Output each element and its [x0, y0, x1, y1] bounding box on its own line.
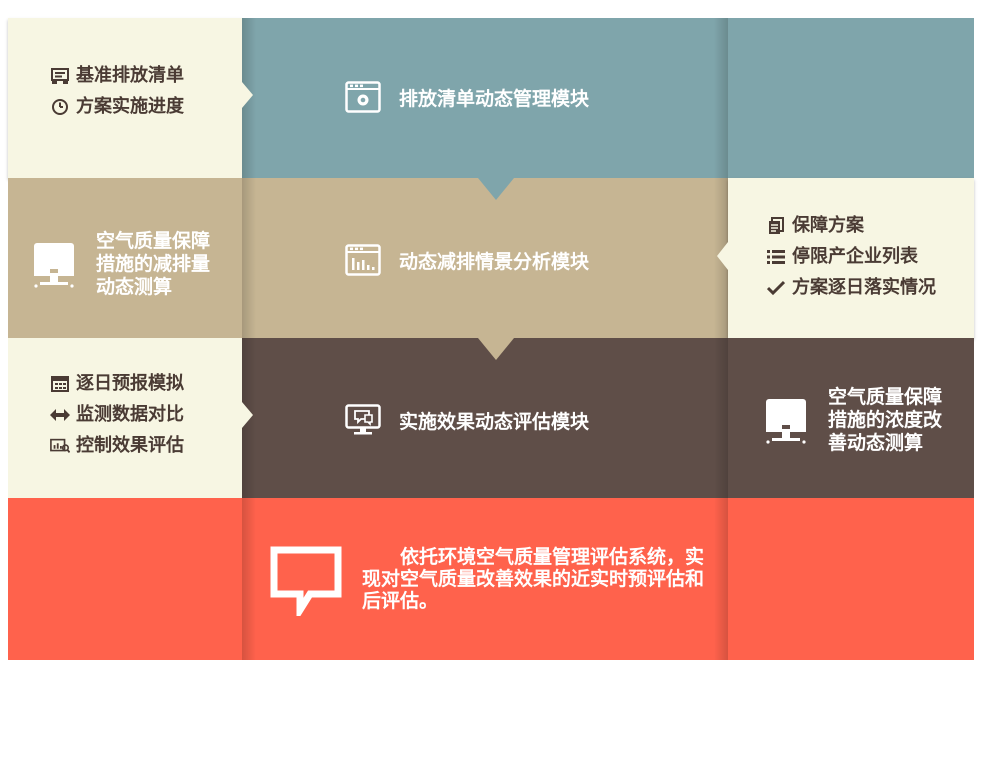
- summary-text-line: 现对空气质量改善效果的近实时预评估和: [362, 568, 705, 590]
- arrow-down-row2: [478, 338, 514, 360]
- list-doc-icon: [50, 66, 70, 86]
- list-item-label: 方案实施进度: [76, 96, 184, 117]
- checkmark-icon: [766, 278, 786, 298]
- arrow-right-row3: [242, 402, 253, 428]
- row3-left-list: 逐日预报模拟 监测数据对比 控制效果评估: [50, 368, 184, 461]
- list-item-label: 保障方案: [792, 215, 864, 236]
- clock-icon: [50, 97, 70, 117]
- module-effect-evaluation: 实施效果动态评估模块: [345, 404, 589, 436]
- arrow-left-row2-right: [717, 242, 728, 270]
- list-item: 监测数据对比: [50, 399, 184, 430]
- calendar-icon: [50, 374, 70, 394]
- list-item: 基准排放清单: [50, 60, 184, 91]
- list-item-label: 方案逐日落实情况: [792, 277, 936, 298]
- row3-right-block: 空气质量保障 措施的浓度改 善动态测算: [762, 386, 942, 455]
- arrow-left-row2: [231, 252, 242, 282]
- list-item: 控制效果评估: [50, 430, 184, 461]
- row2-right-list: 保障方案 停限产企业列表 方案逐日落实情况: [766, 210, 936, 303]
- block-text-line: 善动态测算: [828, 432, 924, 454]
- summary-text-line: 后评估。: [362, 590, 439, 612]
- speech-bubble-icon: [270, 546, 342, 616]
- list-item: 逐日预报模拟: [50, 368, 184, 399]
- summary-block: 依托环境空气质量管理评估系统，实 现对空气质量改善效果的近实时预评估和 后评估。: [270, 546, 707, 616]
- list-item-label: 基准排放清单: [76, 65, 184, 86]
- list-item: 方案实施进度: [50, 91, 184, 122]
- summary-text-line: 依托环境空气质量管理评估系统，实: [362, 546, 705, 568]
- monitor-icon: [34, 242, 74, 288]
- double-arrow-icon: [50, 405, 70, 425]
- row1-right-panel: [728, 18, 974, 178]
- list-item-label: 控制效果评估: [76, 435, 184, 456]
- list-item-label: 停限产企业列表: [792, 246, 918, 267]
- monitor-chat-icon: [345, 404, 381, 435]
- monitor-icon: [766, 398, 806, 444]
- block-text-line: 动态测算: [96, 276, 173, 298]
- list-item: 停限产企业列表: [766, 241, 936, 272]
- module-label: 排放清单动态管理模块: [399, 87, 590, 110]
- arrow-right-row1: [242, 82, 253, 108]
- block-text-line: 措施的减排量: [96, 253, 211, 275]
- document-icon: [766, 216, 786, 236]
- arrow-down-row1: [478, 178, 514, 200]
- block-text-line: 措施的浓度改: [828, 409, 943, 431]
- browser-gear-icon: [345, 81, 381, 113]
- bullet-list-icon: [766, 247, 786, 267]
- module-label: 实施效果动态评估模块: [399, 410, 590, 433]
- block-text-line: 空气质量保障: [96, 230, 211, 252]
- list-item-label: 逐日预报模拟: [76, 373, 184, 394]
- list-item: 方案逐日落实情况: [766, 272, 936, 303]
- list-item: 保障方案: [766, 210, 936, 241]
- module-emission-inventory: 排放清单动态管理模块: [345, 81, 589, 113]
- browser-chart-icon: [345, 244, 381, 276]
- arrow-right-row3-out: [728, 408, 739, 436]
- row2-left-block: 空气质量保障 措施的减排量 动态测算: [30, 230, 210, 299]
- chart-search-icon: [50, 436, 70, 456]
- row1-left-list: 基准排放清单 方案实施进度: [50, 60, 184, 122]
- module-scenario-analysis: 动态减排情景分析模块: [345, 244, 589, 276]
- block-text-line: 空气质量保障: [828, 386, 943, 408]
- list-item-label: 监测数据对比: [76, 404, 184, 425]
- module-label: 动态减排情景分析模块: [399, 250, 590, 273]
